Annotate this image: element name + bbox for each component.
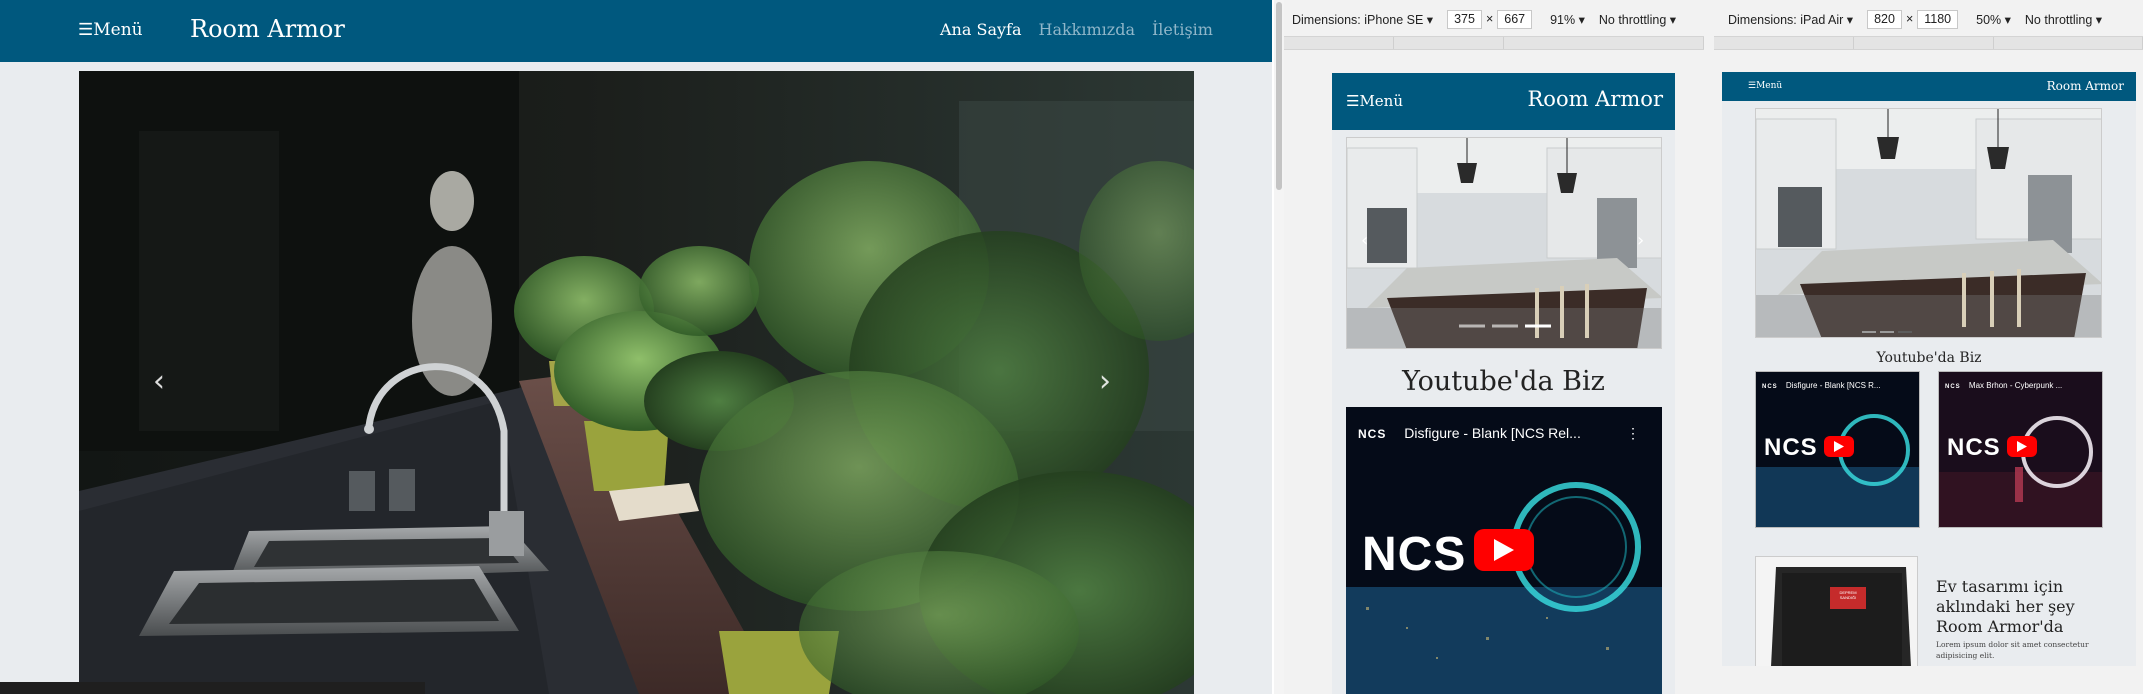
- video-title: Max Brhon - Cyberpunk ...: [1968, 381, 2063, 390]
- tablet-navbar: ☰Menü Room Armor: [1722, 72, 2136, 101]
- carousel-indicators[interactable]: [1862, 319, 1914, 333]
- carousel-prev-button[interactable]: ‹: [1361, 230, 1368, 251]
- width-input[interactable]: 820: [1867, 9, 1902, 29]
- iphone-preview: ☰Menü Room Armor ‹ › Youtube'da Biz NCS …: [1332, 73, 1675, 694]
- mobile-carousel: ‹ ›: [1346, 137, 1662, 349]
- youtube-embed-1[interactable]: NCS Disfigure - Blank [NCS R... NCS: [1755, 371, 1920, 528]
- product-card-text: Lorem ipsum dolor sit amet consectetur a…: [1936, 640, 2089, 660]
- product-card-image: DEPREM SANDIĞI: [1755, 556, 1918, 666]
- youtube-embed-2[interactable]: NCS Max Brhon - Cyberpunk ... NCS: [1938, 371, 2103, 528]
- indicator-bars: [1862, 331, 1912, 333]
- youtube-section-heading: Youtube'da Biz: [1402, 366, 1605, 397]
- tablet-brand[interactable]: Room Armor: [2047, 79, 2124, 93]
- video-title-bar[interactable]: NCS Max Brhon - Cyberpunk ...: [1945, 381, 2095, 390]
- product-card-title: Ev tasarımı için aklındaki her şey Room …: [1936, 577, 2075, 636]
- page-scrollbar[interactable]: [1274, 0, 1284, 694]
- safe-box-label: DEPREM SANDIĞI: [1839, 590, 1857, 600]
- height-input[interactable]: 1180: [1917, 9, 1959, 29]
- mobile-brand[interactable]: Room Armor: [1528, 87, 1664, 111]
- play-icon: [2017, 441, 2027, 452]
- youtube-play-button[interactable]: [2007, 436, 2037, 457]
- channel-logo: NCS: [1358, 427, 1387, 441]
- nav-link-contact[interactable]: İletişim: [1152, 20, 1213, 39]
- device-select[interactable]: Dimensions: iPad Air ▾: [1728, 12, 1853, 27]
- more-options-icon[interactable]: ⋮: [1626, 425, 1640, 441]
- youtube-play-button[interactable]: [1474, 529, 1534, 571]
- media-query-ruler: [1284, 36, 1704, 50]
- ncs-watermark: NCS: [1362, 528, 1467, 581]
- zoom-select[interactable]: 91% ▾: [1550, 12, 1585, 27]
- play-icon: [1494, 539, 1514, 561]
- carousel-next-button[interactable]: ›: [1099, 367, 1111, 397]
- status-bar: [0, 682, 425, 694]
- ipad-preview: ☰Menü Room Armor Youtube'da Biz NCS Disf…: [1722, 72, 2136, 666]
- ncs-watermark: NCS: [1947, 434, 2001, 461]
- carousel-prev-button[interactable]: ‹: [153, 367, 165, 397]
- desktop-page: ☰Menü Room Armor Ana Sayfa Hakkımızda İl…: [0, 0, 1272, 694]
- ncs-watermark: NCS: [1764, 434, 1818, 461]
- youtube-play-button[interactable]: [1824, 436, 1854, 457]
- navbar: ☰Menü Room Armor Ana Sayfa Hakkımızda İl…: [0, 0, 1272, 62]
- hero-image-plants-kitchen: [79, 71, 1194, 694]
- channel-logo: NCS: [1945, 384, 1961, 390]
- throttle-select[interactable]: No throttling ▾: [1599, 12, 1676, 27]
- hero-carousel: ‹ ›: [79, 71, 1194, 694]
- zoom-select[interactable]: 50% ▾: [1976, 12, 2011, 27]
- kitchen-image: [1756, 109, 2101, 337]
- throttle-select[interactable]: No throttling ▾: [2025, 12, 2102, 27]
- chevron-left-icon: ‹: [1361, 230, 1369, 251]
- youtube-embed[interactable]: NCS Disfigure - Blank [NCS Rel... ⋮ NCS: [1346, 407, 1662, 694]
- carousel-next-button[interactable]: ›: [1637, 230, 1644, 251]
- video-title: Disfigure - Blank [NCS Rel...: [1404, 425, 1581, 441]
- mobile-navbar: ☰Menü Room Armor: [1332, 73, 1675, 130]
- channel-logo: NCS: [1762, 384, 1778, 390]
- video-title-bar[interactable]: NCS Disfigure - Blank [NCS Rel... ⋮: [1358, 425, 1648, 441]
- tablet-menu-toggle[interactable]: ☰Menü: [1748, 81, 1782, 91]
- play-icon: [1834, 441, 1844, 452]
- scrollbar-thumb[interactable]: [1276, 2, 1282, 190]
- brand-logo[interactable]: Room Armor: [190, 15, 345, 43]
- chevron-right-icon: ›: [1637, 230, 1645, 251]
- nav-links: Ana Sayfa Hakkımızda İletişim: [940, 20, 1213, 39]
- media-query-ruler: [1714, 36, 2143, 50]
- device-select[interactable]: Dimensions: iPhone SE ▾: [1292, 12, 1433, 27]
- nav-link-home[interactable]: Ana Sayfa: [940, 20, 1021, 39]
- nav-link-about[interactable]: Hakkımızda: [1038, 20, 1135, 39]
- height-input[interactable]: 667: [1497, 9, 1533, 29]
- kitchen-image: [1347, 138, 1661, 348]
- dimension-separator: ×: [1485, 12, 1494, 26]
- menu-label: ☰Menü: [78, 20, 143, 40]
- safe-box-image: [1756, 557, 1917, 666]
- dimension-separator: ×: [1905, 12, 1914, 26]
- chevron-right-icon: ›: [1099, 364, 1111, 399]
- mobile-menu-toggle[interactable]: ☰Menü: [1346, 92, 1403, 110]
- chevron-left-icon: ‹: [153, 364, 165, 399]
- video-title: Disfigure - Blank [NCS R...: [1785, 381, 1881, 390]
- tablet-carousel: [1755, 108, 2102, 338]
- youtube-section-heading: Youtube'da Biz: [1876, 350, 1982, 366]
- video-title-bar[interactable]: NCS Disfigure - Blank [NCS R...: [1762, 381, 1912, 390]
- menu-toggle[interactable]: ☰Menü: [78, 20, 143, 40]
- device-toolbar-ipad: Dimensions: iPad Air ▾ 820 × 1180 50% ▾ …: [1728, 6, 2143, 32]
- width-input[interactable]: 375: [1447, 9, 1482, 29]
- device-toolbar-iphone: Dimensions: iPhone SE ▾ 375 × 667 91% ▾ …: [1292, 6, 1712, 32]
